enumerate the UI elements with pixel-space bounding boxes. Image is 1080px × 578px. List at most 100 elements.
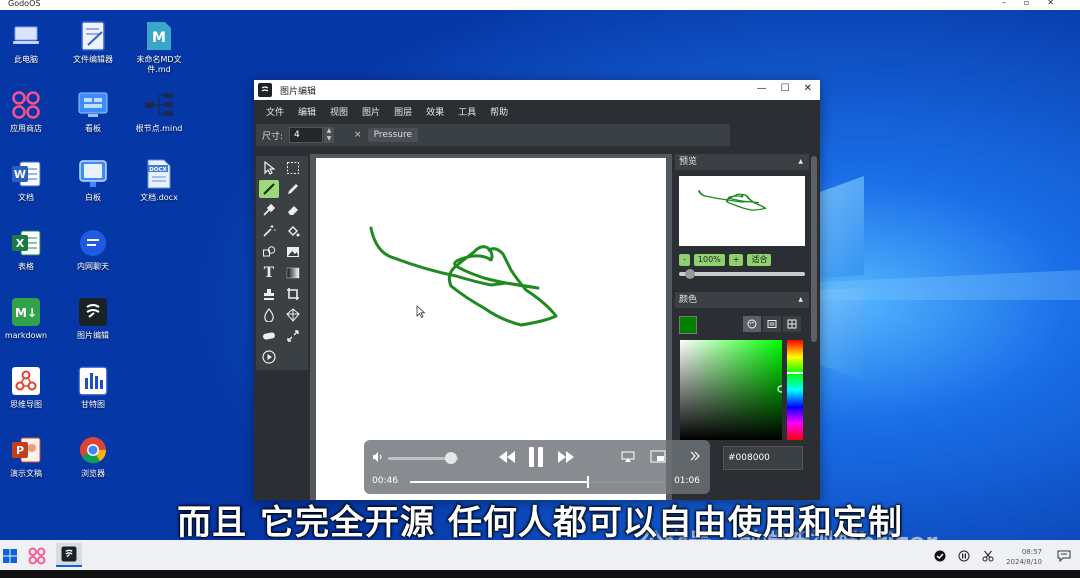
picture-in-picture-icon[interactable] [650,450,666,466]
fast-forward-icon[interactable] [557,450,575,467]
color-picker-tool-icon[interactable] [259,201,279,219]
host-minimize-button[interactable]: – [1002,0,1024,7]
palette-mode-icon[interactable] [743,316,761,332]
desktop-item-chat[interactable]: 内网聊天 [60,227,126,272]
desktop-item-mind-file[interactable]: 根节点.mind [126,89,192,134]
size-input[interactable]: 4 [289,127,324,143]
volume-slider-thumb[interactable] [445,452,457,464]
zoom-fit-button[interactable]: 适合 [747,254,772,266]
grid-mode-icon[interactable] [783,316,801,332]
sharpen-tool-icon[interactable] [283,306,303,324]
zoom-slider[interactable] [679,269,805,279]
svg-text:DOCX: DOCX [149,167,167,173]
menu-file[interactable]: 文件 [266,105,284,118]
start-windows-icon[interactable] [0,546,20,566]
desktop-item-mind-map[interactable]: 思维导图 [0,365,59,410]
desktop-item-text-editor[interactable]: 文件编辑器 [60,20,126,65]
blur-drop-tool-icon[interactable] [259,306,279,324]
remove-pressure-icon[interactable]: × [354,130,362,140]
tray-check-icon[interactable] [930,546,950,566]
eraser-tool-icon[interactable] [283,201,303,219]
fill-bucket-tool-icon[interactable] [283,222,303,240]
animation-play-tool-icon[interactable] [259,348,279,366]
volume-icon[interactable] [372,451,384,466]
pencil-tool-icon[interactable] [283,180,303,198]
brush-tool-icon[interactable] [259,180,279,198]
menu-edit[interactable]: 编辑 [298,105,316,118]
preview-stroke [697,190,768,211]
saturation-value-field[interactable] [680,340,782,440]
menu-tools[interactable]: 工具 [458,105,476,118]
more-chevrons-icon[interactable] [689,450,701,465]
desktop-item-md-file[interactable]: M 未命名MD文件.md [126,20,192,75]
pause-icon[interactable] [528,446,544,471]
host-maximize-button[interactable]: ▫ [1024,0,1047,7]
taskbar-image-editor-icon[interactable] [56,543,82,567]
panels-scrollbar[interactable] [810,154,818,500]
ppt-presentation-icon: P [10,434,42,466]
bottom-edge [0,570,1080,578]
text-tool-icon[interactable]: T [259,264,279,282]
zoom-slider-thumb[interactable] [684,269,695,279]
stamp-tool-icon[interactable] [259,285,279,303]
app-minimize-button[interactable]: — [757,83,767,94]
zoom-value[interactable]: 100% [693,254,725,266]
zoom-in-button[interactable]: + [728,254,744,266]
image-insert-tool-icon[interactable] [283,243,303,261]
tray-clock[interactable]: 08:57 2024/8/10 [1006,547,1042,567]
video-player-controls: 00:46 01:06 [364,440,710,494]
preview-panel-header[interactable]: 预览 ▲ [675,154,809,170]
bandage-tool-icon[interactable] [259,327,279,345]
desktop-item-browser[interactable]: 浏览器 [60,434,126,479]
size-stepper[interactable]: ▲ ▼ [324,127,335,143]
preview-thumbnail[interactable] [679,176,805,246]
crop-tool-icon[interactable] [283,285,303,303]
magic-wand-tool-icon[interactable] [259,222,279,240]
desktop-item-ppt[interactable]: P 演示文稿 [0,434,59,479]
gradient-tool-icon[interactable] [283,264,303,282]
notification-icon[interactable] [1054,546,1074,566]
app-maximize-button[interactable]: ☐ [781,83,790,94]
collapse-caret-icon[interactable]: ▲ [798,154,803,170]
app-titlebar: 图片编辑 — ☐ ✕ [254,80,820,100]
list-mode-icon[interactable] [763,316,781,332]
menu-effects[interactable]: 效果 [426,105,444,118]
app-close-button[interactable]: ✕ [804,83,812,94]
hue-slider[interactable] [787,340,803,440]
desktop-item-computer[interactable]: 此电脑 [0,20,59,65]
progress-bar[interactable] [410,476,664,488]
collapse-caret-icon[interactable]: ▲ [798,292,803,308]
rewind-icon[interactable] [498,450,516,467]
menu-view[interactable]: 视图 [330,105,348,118]
resize-tool-icon[interactable] [283,327,303,345]
marquee-tool-icon[interactable] [283,159,303,177]
desktop-item-image-editor[interactable]: 图片编辑 [60,296,126,341]
taskbar-app-store-icon[interactable] [27,546,47,566]
host-close-button[interactable]: ✕ [1047,0,1072,7]
shapes-tool-icon[interactable] [259,243,279,261]
size-label: 尺寸: [262,131,284,142]
desktop-item-app-store[interactable]: 应用商店 [0,89,59,134]
progress-head[interactable] [587,476,590,488]
zoom-out-button[interactable]: - [679,254,690,266]
desktop-item-dashboard[interactable]: 看板 [60,89,126,134]
menu-image[interactable]: 图片 [362,105,380,118]
whiteboard-icon [77,158,109,190]
color-panel-header[interactable]: 颜色 ▲ [675,292,809,308]
pressure-toggle[interactable]: Pressure [367,128,419,142]
select-tool-icon[interactable] [259,159,279,177]
menu-layers[interactable]: 图层 [394,105,412,118]
desktop-item-docx[interactable]: DOCX 文档.docx [126,158,192,203]
desktop-item-markdown[interactable]: M↓ markdown [0,296,59,341]
desktop-item-gantt[interactable]: 甘特图 [60,365,126,410]
desktop-item-whiteboard[interactable]: 白板 [60,158,126,203]
menu-help[interactable]: 帮助 [490,105,508,118]
tray-pause-icon[interactable] [954,546,974,566]
desktop-item-excel[interactable]: X 表格 [0,227,59,272]
intranet-chat-icon [77,227,109,259]
airplay-icon[interactable] [621,451,635,466]
current-color-swatch[interactable] [679,316,697,334]
tray-scissors-icon[interactable] [978,546,998,566]
hex-color-input[interactable]: #008000 [723,446,803,470]
desktop-item-word[interactable]: W 文档 [0,158,59,203]
